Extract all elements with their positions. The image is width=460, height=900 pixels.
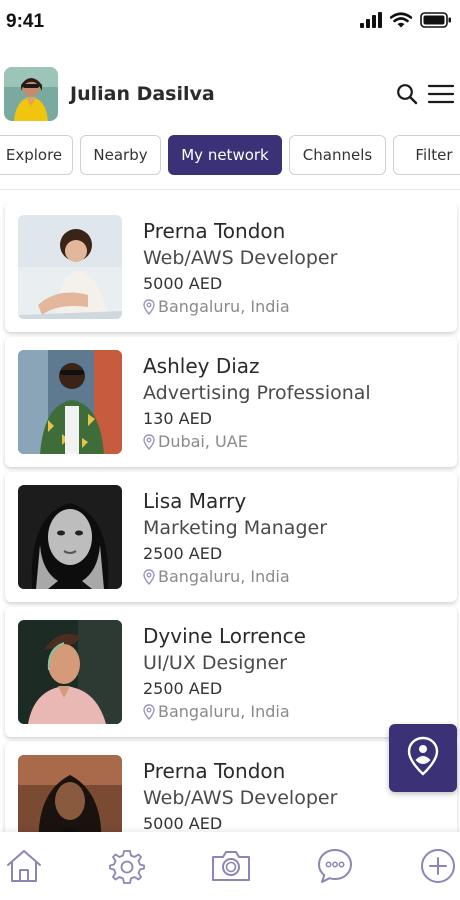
status-bar: 9:41	[0, 0, 460, 44]
location-text: Dubai, UAE	[158, 432, 248, 451]
profile-role: UI/UX Designer	[143, 652, 287, 674]
profile-photo	[18, 215, 122, 319]
profile-price: 2500 AED	[143, 544, 223, 563]
tab-label: Channels	[302, 146, 373, 164]
chat-icon[interactable]	[313, 846, 357, 886]
location-pin-icon	[143, 434, 155, 450]
profile-price: 130 AED	[143, 409, 212, 428]
bottom-nav	[0, 832, 460, 900]
tab-channels[interactable]: Channels	[289, 135, 386, 175]
tab-filter[interactable]: Filter	[393, 135, 460, 175]
location-pin-icon	[143, 299, 155, 315]
signal-icon	[360, 12, 382, 32]
camera-icon[interactable]	[209, 846, 253, 886]
profile-card[interactable]: Lisa Marry Marketing Manager 2500 AED Ba…	[5, 472, 457, 602]
map-button[interactable]	[389, 724, 457, 792]
profile-card[interactable]: Dyvine Lorrence UI/UX Designer 2500 AED …	[5, 607, 457, 737]
filter-tabs: Explore Nearby My network Channels Filte…	[0, 135, 460, 175]
profile-location: Bangaluru, India	[143, 566, 327, 588]
battery-icon	[420, 12, 452, 32]
add-icon[interactable]	[416, 846, 460, 886]
profile-role: Advertising Professional	[143, 382, 371, 404]
tab-nearby[interactable]: Nearby	[80, 135, 161, 175]
profile-photo	[18, 485, 122, 589]
profile-role: Web/AWS Developer	[143, 787, 338, 809]
tab-explore[interactable]: Explore	[0, 135, 73, 175]
profile-price: 2500 AED	[143, 679, 223, 698]
profile-name: Prerna Tondon	[143, 759, 286, 783]
profile-price: 5000 AED	[143, 814, 223, 832]
location-text: Bangaluru, India	[158, 297, 290, 316]
profile-name: Lisa Marry	[143, 489, 247, 513]
status-time: 9:41	[6, 11, 45, 32]
divider	[0, 189, 460, 190]
menu-icon[interactable]	[428, 84, 454, 104]
profile-name: Ashley Diaz	[143, 354, 260, 378]
profile-location: Dubai, UAE	[143, 431, 371, 453]
profile-photo	[18, 350, 122, 454]
settings-icon[interactable]	[105, 846, 149, 886]
profile-card[interactable]: Prerna Tondon Web/AWS Developer 5000 AED…	[5, 202, 457, 332]
tab-my-network[interactable]: My network	[168, 135, 282, 175]
location-pin-icon	[143, 704, 155, 720]
profile-location: Bangaluru, India	[143, 701, 306, 723]
profile-name: Prerna Tondon	[143, 219, 286, 243]
profile-card[interactable]: Ashley Diaz Advertising Professional 130…	[5, 337, 457, 467]
profile-price: 5000 AED	[143, 274, 223, 293]
header-actions	[396, 83, 456, 105]
location-text: Bangaluru, India	[158, 567, 290, 586]
status-icons	[360, 12, 454, 32]
profile-photo	[18, 620, 122, 724]
tab-label: Nearby	[93, 146, 148, 164]
header: Julian Dasilva	[0, 66, 460, 122]
wifi-icon	[389, 12, 413, 32]
location-text: Bangaluru, India	[158, 702, 290, 721]
location-person-icon	[406, 736, 440, 780]
tab-label: My network	[181, 146, 269, 164]
tab-label: Filter	[415, 146, 453, 164]
profile-role: Marketing Manager	[143, 517, 328, 539]
profile-photo	[18, 755, 122, 832]
profile-name: Dyvine Lorrence	[143, 624, 306, 648]
home-icon[interactable]	[2, 846, 46, 886]
search-icon[interactable]	[396, 83, 418, 105]
location-pin-icon	[143, 569, 155, 585]
profile-role: Web/AWS Developer	[143, 247, 338, 269]
profile-location: Bangaluru, India	[143, 296, 337, 318]
tab-label: Explore	[5, 146, 63, 164]
avatar[interactable]	[4, 67, 58, 121]
user-name: Julian Dasilva	[70, 83, 215, 105]
